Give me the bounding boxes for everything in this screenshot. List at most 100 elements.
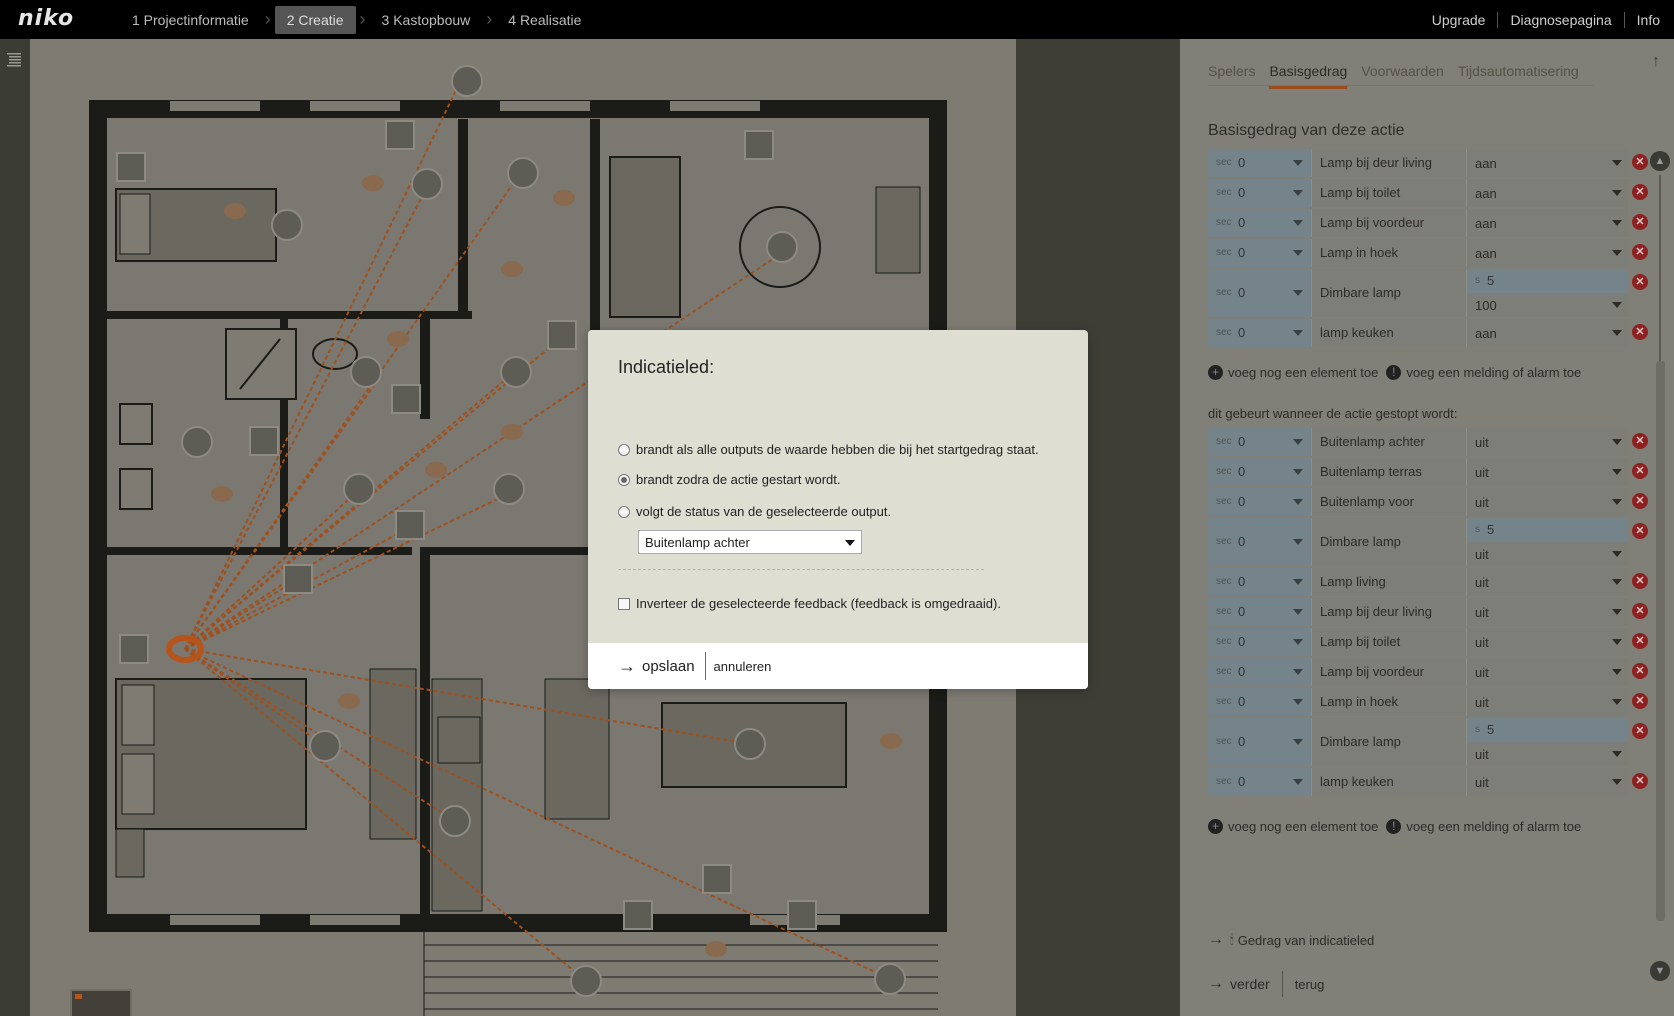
add-element-link[interactable]: voeg nog een element toe (1228, 819, 1378, 834)
option-all-outputs[interactable]: brandt als alle outputs de waarde hebben… (618, 442, 1039, 457)
delete-icon[interactable]: ✕ (1632, 633, 1648, 649)
tab-tijdsautomatisering[interactable]: Tijdsautomatisering (1458, 63, 1579, 79)
output-name: Lamp bij voordeur (1312, 658, 1466, 686)
tab-basisgedrag[interactable]: Basisgedrag (1269, 63, 1348, 89)
value-dropdown[interactable]: 100 (1467, 293, 1628, 317)
radio-button[interactable] (618, 443, 630, 456)
value-dropdown[interactable]: uit ✕ (1466, 458, 1648, 486)
delete-icon[interactable]: ✕ (1632, 274, 1648, 290)
collapse-up-icon[interactable]: ↑ (1652, 53, 1664, 70)
scroll-up-icon[interactable]: ▲ (1650, 151, 1670, 171)
niko-logo[interactable]: niko (18, 6, 74, 31)
delete-icon[interactable]: ✕ (1632, 433, 1648, 449)
delay-dropdown[interactable]: sec 0 (1208, 628, 1312, 656)
next-button[interactable]: verder (1230, 976, 1270, 992)
delete-icon[interactable]: ✕ (1632, 184, 1648, 200)
info-link[interactable]: Info (1625, 12, 1660, 28)
tab-spelers[interactable]: Spelers (1208, 63, 1255, 79)
value-dropdown[interactable]: aan ✕ (1466, 209, 1648, 237)
value-dropdown[interactable]: uit ✕ (1466, 628, 1648, 656)
indicator-behavior-link[interactable]: → 🕯 Gedrag van indicatieled (1208, 931, 1374, 949)
delay-dropdown[interactable]: sec 0 (1208, 718, 1312, 766)
delay-dropdown[interactable]: sec 0 (1208, 688, 1312, 716)
chevron-down-icon (1293, 499, 1303, 505)
delay-dropdown[interactable]: sec 0 (1208, 598, 1312, 626)
value-dropdown[interactable]: uit ✕ (1466, 688, 1648, 716)
dim-time-field[interactable]: s5 (1467, 718, 1628, 742)
delay-dropdown[interactable]: sec 0 (1208, 518, 1312, 566)
delete-icon[interactable]: ✕ (1632, 603, 1648, 619)
value-dropdown[interactable]: uit ✕ (1466, 658, 1648, 686)
delete-icon[interactable]: ✕ (1632, 154, 1648, 170)
add-alarm-link[interactable]: voeg een melding of alarm toe (1406, 365, 1581, 380)
step-projectinformatie[interactable]: 1 Projectinformatie (120, 6, 261, 34)
delete-icon[interactable]: ✕ (1632, 663, 1648, 679)
tab-voorwaarden[interactable]: Voorwaarden (1361, 63, 1444, 79)
radio-button[interactable] (618, 505, 630, 518)
value-dropdown[interactable]: uit ✕ (1466, 488, 1648, 516)
delete-icon[interactable]: ✕ (1632, 214, 1648, 230)
output-select-value: Buitenlamp achter (645, 535, 750, 550)
delete-icon[interactable]: ✕ (1632, 773, 1648, 789)
step-realisatie[interactable]: 4 Realisatie (496, 6, 593, 34)
delay-dropdown[interactable]: sec 0 (1208, 458, 1312, 486)
delay-dropdown[interactable]: sec 0 (1208, 488, 1312, 516)
panel-scrollbar[interactable]: ▲ ▼ (1650, 151, 1670, 981)
menu-icon[interactable] (6, 51, 22, 67)
value-dropdown[interactable]: uit (1467, 742, 1628, 766)
delay-dropdown[interactable]: sec 0 (1208, 428, 1312, 456)
cancel-button[interactable]: annuleren (714, 659, 772, 674)
delay-dropdown[interactable]: sec 0 (1208, 179, 1312, 207)
delay-dropdown[interactable]: sec 0 (1208, 768, 1312, 796)
delete-icon[interactable]: ✕ (1632, 523, 1648, 539)
value-dropdown[interactable]: aan ✕ (1466, 179, 1648, 207)
upgrade-link[interactable]: Upgrade (1420, 11, 1499, 28)
dim-time-field[interactable]: s5 (1467, 518, 1628, 542)
delay-dropdown[interactable]: sec 0 (1208, 658, 1312, 686)
chevron-right-icon: › (264, 9, 271, 29)
delay-dropdown[interactable]: sec 0 (1208, 568, 1312, 596)
invert-checkbox[interactable] (618, 597, 630, 610)
alarm-icon[interactable]: ! (1386, 819, 1402, 834)
plus-icon[interactable]: + (1208, 365, 1223, 380)
diagnose-link[interactable]: Diagnosepagina (1498, 11, 1625, 28)
delay-dropdown[interactable]: sec 0 (1208, 269, 1312, 317)
scroll-thumb[interactable] (1656, 361, 1665, 921)
delay-dropdown[interactable]: sec 0 (1208, 209, 1312, 237)
delete-icon[interactable]: ✕ (1632, 693, 1648, 709)
save-button[interactable]: → opslaan (618, 656, 695, 677)
scroll-down-icon[interactable]: ▼ (1650, 961, 1670, 981)
value-dropdown[interactable]: uit ✕ (1466, 428, 1648, 456)
minimap-thumbnail[interactable] (70, 989, 132, 1016)
add-element-link[interactable]: voeg nog een element toe (1228, 365, 1378, 380)
value-dropdown[interactable]: aan ✕ (1466, 239, 1648, 267)
value-dropdown[interactable]: uit ✕ (1466, 568, 1648, 596)
radio-button[interactable] (618, 473, 630, 486)
delete-icon[interactable]: ✕ (1632, 723, 1648, 739)
value-dropdown[interactable]: aan ✕ (1466, 319, 1648, 347)
plus-icon[interactable]: + (1208, 819, 1223, 834)
delay-dropdown[interactable]: sec 0 (1208, 319, 1312, 347)
delete-icon[interactable]: ✕ (1632, 244, 1648, 260)
value-dropdown[interactable]: uit ✕ (1466, 598, 1648, 626)
option-follow-output[interactable]: volgt de status van de geselecteerde out… (618, 504, 891, 519)
step-creatie[interactable]: 2 Creatie (274, 5, 356, 34)
value-dropdown[interactable]: aan ✕ (1466, 149, 1648, 177)
delay-dropdown[interactable]: sec 0 (1208, 239, 1312, 267)
output-select[interactable]: Buitenlamp achter (638, 530, 862, 554)
delete-icon[interactable]: ✕ (1632, 324, 1648, 340)
delete-icon[interactable]: ✕ (1632, 573, 1648, 589)
step-kastopbouw[interactable]: 3 Kastopbouw (370, 6, 483, 34)
delete-icon[interactable]: ✕ (1632, 463, 1648, 479)
add-alarm-link[interactable]: voeg een melding of alarm toe (1406, 819, 1581, 834)
invert-feedback-option[interactable]: Inverteer de geselecteerde feedback (fee… (618, 596, 1001, 611)
dim-time-field[interactable]: s5 (1467, 269, 1628, 293)
delete-icon[interactable]: ✕ (1632, 493, 1648, 509)
alarm-icon[interactable]: ! (1386, 365, 1402, 380)
delay-dropdown[interactable]: sec 0 (1208, 149, 1312, 177)
option-on-start[interactable]: brandt zodra de actie gestart wordt. (618, 472, 841, 487)
value-dropdown[interactable]: uit (1467, 542, 1628, 566)
table-row: sec 0 Lamp in hoek aan ✕ (1208, 239, 1648, 267)
back-button[interactable]: terug (1295, 977, 1325, 992)
value-dropdown[interactable]: uit ✕ (1466, 768, 1648, 796)
